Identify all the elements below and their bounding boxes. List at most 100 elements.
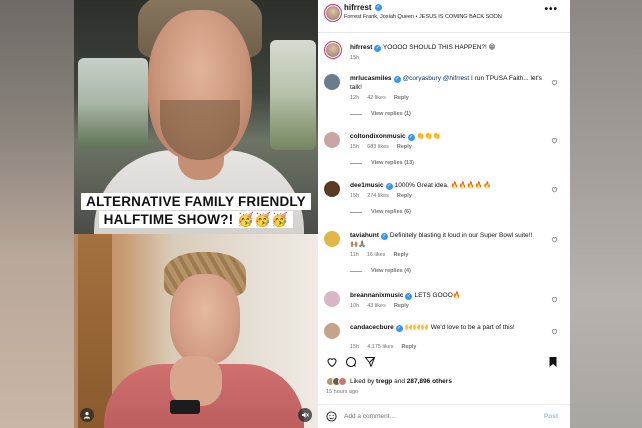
comment-reply[interactable]: Reply: [401, 344, 416, 350]
reel-video[interactable]: ALTERNATIVE FAMILY FRIENDLY HALFTIME SHO…: [74, 0, 318, 428]
bookmark-icon[interactable]: [547, 356, 559, 368]
post-comment-button[interactable]: Post: [544, 413, 558, 420]
comment-meta: 11h 16 likes Reply: [350, 252, 416, 258]
view-replies-text: View replies (4): [371, 268, 411, 274]
view-replies-link[interactable]: View replies (4): [350, 268, 411, 274]
post-username[interactable]: hifrrest ✓: [344, 3, 382, 12]
comment-username[interactable]: coltondixonmusic: [350, 133, 406, 140]
replies-line: [350, 270, 362, 272]
comment-likes[interactable]: 683 likes: [367, 144, 389, 150]
view-replies-link[interactable]: View replies (13): [350, 160, 414, 166]
comment-username[interactable]: breannanixmusic: [350, 292, 403, 299]
comment-likes[interactable]: 4,175 likes: [367, 344, 393, 350]
comment-likes[interactable]: 16 likes: [367, 252, 386, 258]
comment-likes[interactable]: 274 likes: [367, 193, 389, 199]
liker-avatar: [338, 377, 347, 386]
comment-reply[interactable]: Reply: [394, 95, 409, 101]
comment-time: 12h: [350, 95, 360, 101]
comment-avatar[interactable]: [324, 231, 340, 247]
view-replies-link[interactable]: View replies (1): [350, 111, 411, 117]
post-time: 15 hours ago: [326, 389, 359, 395]
comment-time: 15h: [350, 193, 360, 199]
replies-line: [350, 113, 362, 115]
share-icon[interactable]: [364, 356, 376, 368]
post-header: hifrrest ✓ Forrest Frank, Josiah Queen •…: [318, 0, 570, 34]
emoji-icon[interactable]: [326, 411, 337, 422]
heart-icon[interactable]: [551, 328, 558, 335]
view-replies-text: View replies (6): [371, 209, 411, 215]
add-comment-row: Add a comment… Post: [318, 404, 570, 428]
likes-prefix: Liked by: [350, 378, 375, 385]
heart-icon[interactable]: [551, 236, 558, 243]
video-bottom-frame: [74, 234, 318, 428]
wrist-watch: [170, 400, 200, 414]
comment-time: 10h: [350, 303, 360, 309]
add-comment-input[interactable]: Add a comment…: [344, 413, 396, 420]
heart-icon[interactable]: [551, 137, 558, 144]
verified-icon: ✓: [374, 45, 382, 52]
comment-reply[interactable]: Reply: [397, 144, 412, 150]
comment-time: 15h: [350, 344, 360, 350]
comment-meta: 12h 42 likes Reply: [350, 95, 417, 101]
heart-icon[interactable]: [326, 356, 338, 368]
car-window-right: [270, 40, 316, 150]
comment-meta: 10h 43 likes Reply: [350, 303, 417, 309]
comment-avatar[interactable]: [324, 181, 340, 197]
caption-time: 15h: [350, 55, 360, 61]
caption-text: hifrrest ✓ YOOOO SHOULD THIS HAPPEN?! 😁: [350, 43, 542, 52]
comment-avatar[interactable]: [324, 291, 340, 307]
comment-icon[interactable]: [345, 356, 357, 368]
caption-username[interactable]: hifrrest: [350, 44, 372, 51]
comment-text: breannanixmusic ✓ LETS GOOO🔥: [350, 291, 542, 300]
blurred-background-right: [570, 0, 642, 428]
comment-body: LETS GOOO🔥: [414, 292, 461, 299]
likes-first-user[interactable]: tregp: [376, 378, 392, 385]
comment-body: 🙌🙌🙌 We'd love to be a part of this!: [404, 324, 515, 331]
comment-text: mrlucasmiles ✓ @coryasbury @hifrrest I run…: [350, 74, 542, 92]
comment-username[interactable]: mrlucasmiles: [350, 75, 392, 82]
comment-username[interactable]: candacecbure: [350, 324, 394, 331]
action-bar: [318, 356, 570, 370]
heart-icon[interactable]: [551, 186, 558, 193]
verified-icon: ✓: [374, 4, 382, 11]
comment-likes[interactable]: 42 likes: [367, 95, 386, 101]
comment-mention[interactable]: @coryasbury @hifrrest: [403, 75, 470, 82]
likes-summary[interactable]: Liked by tregp and 287,896 others: [326, 377, 452, 386]
comment-reply[interactable]: Reply: [397, 193, 412, 199]
comment-avatar[interactable]: [324, 74, 340, 90]
comment-username[interactable]: dee1music: [350, 182, 384, 189]
heart-icon[interactable]: [551, 296, 558, 303]
comment-text: candacecbure ✓ 🙌🙌🙌 We'd love to be a part …: [350, 323, 542, 332]
comment-reply[interactable]: Reply: [394, 303, 409, 309]
more-icon[interactable]: •••: [544, 4, 558, 15]
comment-reply[interactable]: Reply: [393, 252, 408, 258]
comment-meta: 15h 274 likes Reply: [350, 193, 420, 199]
post-avatar[interactable]: [324, 4, 342, 22]
verified-icon: ✓: [393, 76, 401, 83]
comment-time: 11h: [350, 252, 359, 258]
car-window: [78, 58, 148, 148]
comment-body: 1000% Great idea. 🔥🔥🔥🔥🔥: [394, 182, 492, 189]
likes-count[interactable]: 287,896 others: [407, 378, 452, 385]
post-audio-subtitle[interactable]: Forrest Frank, Josiah Queen • JESUS IS C…: [344, 14, 502, 20]
replies-line: [350, 162, 362, 164]
verified-icon: ✓: [395, 325, 403, 332]
caption-body: YOOOO SHOULD THIS HAPPEN?! 😁: [382, 44, 496, 51]
video-caption: ALTERNATIVE FAMILY FRIENDLY HALFTIME SHO…: [74, 193, 318, 229]
verified-icon: ✓: [405, 293, 413, 300]
comment-time: 15h: [350, 144, 360, 150]
comment-avatar[interactable]: [324, 132, 340, 148]
mute-icon[interactable]: [298, 408, 312, 422]
person-face-2: [170, 274, 240, 364]
view-replies-link[interactable]: View replies (6): [350, 209, 411, 215]
heart-icon[interactable]: [551, 79, 558, 86]
caption-avatar[interactable]: [324, 41, 342, 59]
verified-icon: ✓: [380, 233, 388, 240]
comment-username[interactable]: taviahunt: [350, 232, 379, 239]
post-panel: hifrrest ✓ Forrest Frank, Josiah Queen •…: [318, 0, 570, 428]
comment-avatar[interactable]: [324, 323, 340, 339]
user-icon[interactable]: [80, 408, 94, 422]
comment-text: taviahunt ✓ Definitely blasting it loud in…: [350, 231, 542, 249]
comment-likes[interactable]: 43 likes: [367, 303, 386, 309]
caption-line-1: ALTERNATIVE FAMILY FRIENDLY: [81, 193, 311, 210]
